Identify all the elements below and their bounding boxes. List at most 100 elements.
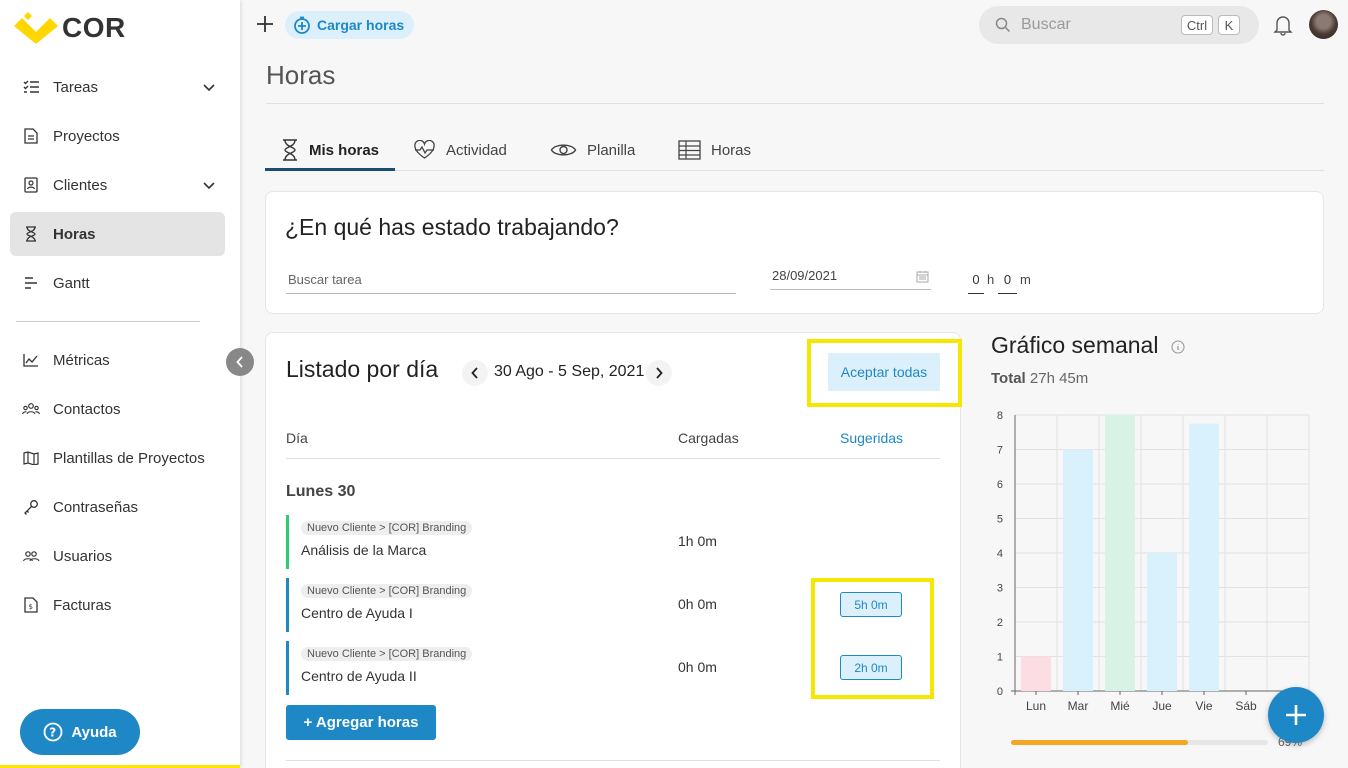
chevron-right-icon (656, 367, 663, 379)
bar-lun[interactable] (1021, 656, 1051, 692)
plus-icon (1286, 705, 1306, 725)
weekly-bar-chart: 012345678LunMarMiéJueVieSábDom (997, 410, 1310, 713)
help-label: Ayuda (71, 723, 117, 741)
loaded-hours: 1h 0m (678, 533, 717, 549)
search-icon (995, 17, 1011, 33)
sidebar-item-horas[interactable]: Horas (10, 212, 225, 256)
progress-fill (1011, 740, 1189, 745)
tab-actividad[interactable]: Actividad (413, 130, 507, 170)
table-icon (678, 140, 701, 160)
sidebar-item-clientes[interactable]: Clientes (10, 163, 225, 207)
task-search-placeholder: Buscar tarea (288, 272, 362, 287)
date-field[interactable]: 28/09/2021 (770, 268, 931, 290)
day-title: Lunes 30 (286, 483, 356, 500)
contacts-icon (22, 400, 40, 418)
key-icon (22, 498, 40, 516)
sidebar: COR Tareas Proyectos Clientes Horas Gant… (0, 0, 240, 768)
task-color-bar (286, 515, 289, 569)
y-tick-label: 1 (997, 652, 1003, 664)
help-button[interactable]: ? Ayuda (20, 709, 140, 755)
sidebar-item-contactos[interactable]: Contactos (10, 387, 225, 431)
chevron-left-icon (236, 356, 243, 368)
shortcut-k-key: K (1218, 15, 1240, 35)
map-template-icon (22, 449, 40, 467)
sidebar-item-proyectos[interactable]: Proyectos (10, 114, 225, 158)
svg-text:$: $ (29, 603, 33, 611)
tab-planilla[interactable]: Planilla (550, 130, 635, 170)
sidebar-item-label: Métricas (53, 351, 110, 369)
highlight-box-accept (807, 339, 962, 407)
gantt-icon (22, 274, 40, 292)
list-title: Listado por día (286, 356, 439, 382)
active-tab-indicator (265, 168, 395, 171)
y-tick-label: 4 (997, 548, 1003, 560)
tab-horas[interactable]: Horas (678, 130, 751, 170)
x-tick-label: Mar (1068, 699, 1089, 713)
tab-label: Horas (711, 141, 752, 159)
hours-input[interactable]: 0 (968, 272, 984, 294)
sidebar-item-label: Contraseñas (53, 498, 139, 516)
minutes-input[interactable]: 0 (998, 272, 1017, 294)
svg-text:?: ? (50, 726, 57, 740)
loaded-hours: 0h 0m (678, 659, 717, 675)
sidebar-item-label: Plantillas de Proyectos (53, 449, 205, 467)
sidebar-item-label: Tareas (53, 78, 99, 96)
sidebar-item-label: Contactos (53, 400, 121, 418)
loaded-hours: 0h 0m (678, 596, 717, 612)
time-entry-card (265, 191, 1324, 314)
chevron-down-icon[interactable] (203, 177, 215, 194)
sidebar-item-usuarios[interactable]: Usuarios (10, 534, 225, 578)
tabs-divider (265, 170, 1324, 171)
y-tick-label: 5 (997, 514, 1003, 526)
tab-label: Mis horas (309, 141, 380, 159)
notifications-bell-icon[interactable] (1273, 14, 1293, 41)
client-contact-icon (22, 176, 40, 194)
sidebar-item-contrasenas[interactable]: Contraseñas (10, 485, 225, 529)
task-name: Centro de Ayuda I (301, 605, 413, 621)
previous-week-button[interactable] (462, 360, 488, 386)
add-button[interactable] (255, 14, 275, 39)
bar-mar[interactable] (1063, 449, 1093, 692)
task-breadcrumb: Nuevo Cliente > [COR] Branding (301, 584, 473, 598)
task-name: Centro de Ayuda II (301, 668, 417, 684)
info-icon[interactable] (1171, 340, 1185, 354)
next-week-button[interactable] (646, 360, 672, 386)
entry-question: ¿En qué has estado trabajando? (285, 214, 619, 240)
sidebar-item-gantt[interactable]: Gantt (10, 261, 225, 305)
tasks-list-icon (22, 78, 40, 96)
date-value: 28/09/2021 (772, 268, 838, 283)
search-placeholder: Buscar (1021, 16, 1071, 33)
eye-icon (550, 144, 577, 156)
task-breadcrumb: Nuevo Cliente > [COR] Branding (301, 521, 473, 535)
floating-add-button[interactable] (1268, 687, 1324, 743)
hourglass-icon (22, 225, 40, 243)
metrics-chart-icon (22, 351, 40, 369)
tab-mis-horas[interactable]: Mis horas (281, 130, 379, 170)
calendar-icon[interactable] (916, 270, 929, 283)
column-header-suggested: Sugeridas (840, 430, 904, 446)
user-avatar[interactable] (1309, 10, 1338, 39)
bar-jue[interactable] (1147, 553, 1177, 691)
total-value: 27h 45m (1029, 370, 1089, 387)
task-search-input[interactable]: Buscar tarea (286, 272, 736, 294)
search-input[interactable]: Buscar Ctrl K (979, 6, 1259, 44)
cor-logo-icon (14, 12, 58, 44)
collapse-sidebar-button[interactable] (226, 348, 254, 376)
sidebar-item-plantillas[interactable]: Plantillas de Proyectos (10, 436, 225, 480)
cor-logo[interactable]: COR (14, 12, 126, 44)
minutes-unit: m (1020, 272, 1031, 287)
sidebar-item-facturas[interactable]: $ Facturas (10, 583, 225, 627)
header-divider (266, 103, 1324, 104)
add-hours-button[interactable]: + Agregar horas (286, 705, 436, 740)
sidebar-item-tareas[interactable]: Tareas (10, 65, 225, 109)
bar-vie[interactable] (1189, 423, 1219, 691)
y-tick-label: 2 (997, 617, 1003, 629)
tab-label: Planilla (587, 141, 636, 159)
cargar-horas-button[interactable]: Cargar horas (285, 11, 415, 39)
hourglass-icon (283, 139, 297, 161)
users-icon (22, 547, 40, 565)
chevron-down-icon[interactable] (203, 79, 215, 96)
sidebar-item-label: Horas (53, 225, 96, 243)
sidebar-item-metricas[interactable]: Métricas (10, 338, 225, 382)
bar-mié[interactable] (1105, 415, 1135, 691)
